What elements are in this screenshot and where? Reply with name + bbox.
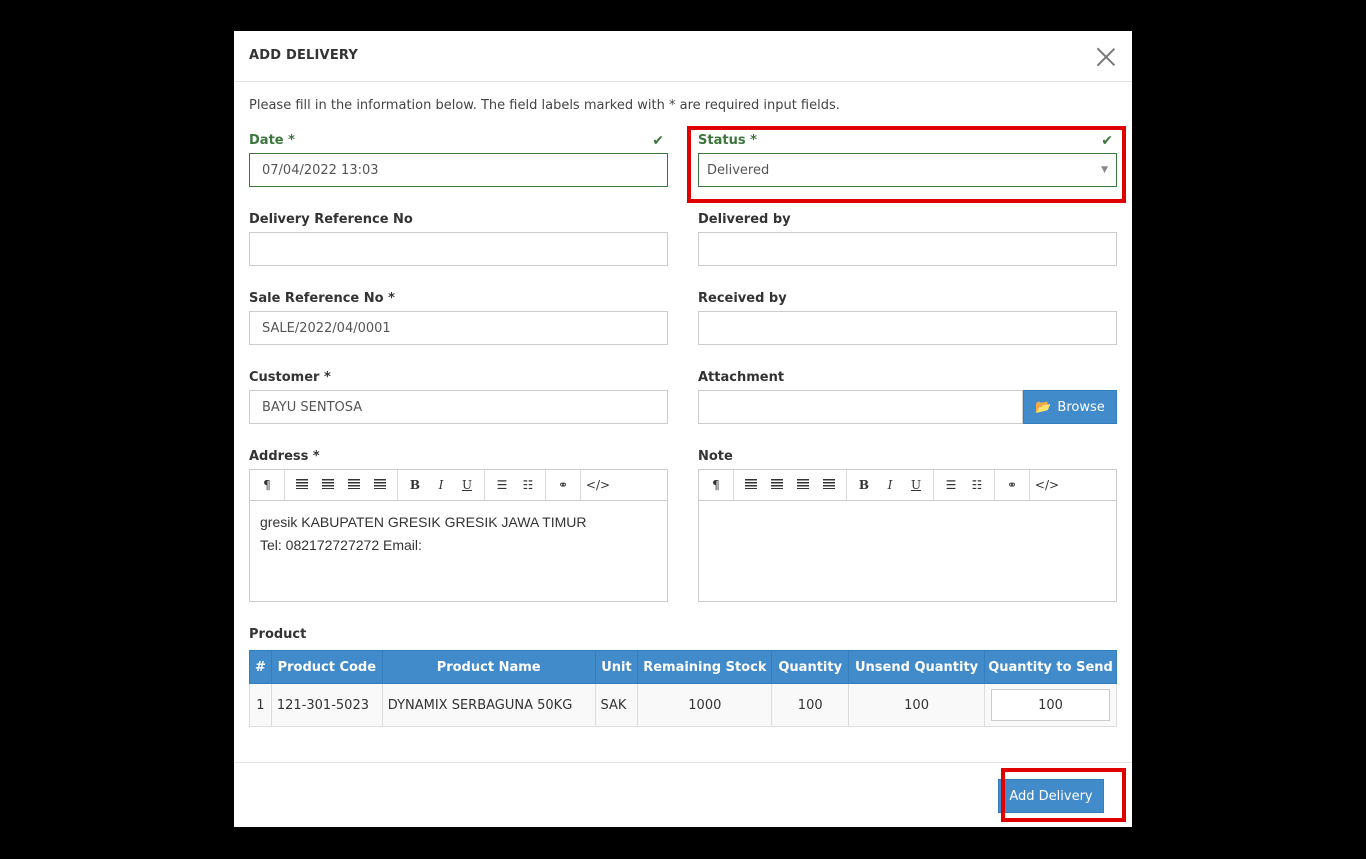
ordered-list-icon[interactable]: ☷ bbox=[964, 478, 990, 492]
link-icon[interactable]: ⚭ bbox=[999, 478, 1025, 492]
quantity: 100 bbox=[771, 683, 850, 727]
column-header: Quantity bbox=[771, 650, 850, 684]
unsend-quantity: 100 bbox=[848, 683, 986, 727]
close-icon[interactable] bbox=[1096, 47, 1116, 67]
code-icon[interactable]: </> bbox=[1034, 478, 1060, 492]
italic-icon[interactable]: I bbox=[877, 478, 903, 492]
attachment-field: Attachment 📂 Browse bbox=[698, 370, 1117, 424]
delivered-by-input[interactable] bbox=[698, 232, 1117, 266]
check-icon: ✔ bbox=[652, 133, 664, 149]
bold-icon[interactable]: B bbox=[402, 478, 428, 492]
paragraph-icon[interactable]: ¶ bbox=[254, 478, 280, 492]
date-field: Date * ✔ 07/04/2022 13:03 bbox=[249, 133, 668, 187]
align-left-icon[interactable] bbox=[738, 478, 764, 492]
customer-input[interactable]: BAYU SENTOSA bbox=[249, 390, 668, 424]
align-right-icon[interactable] bbox=[790, 478, 816, 492]
add-delivery-button[interactable]: Add Delivery bbox=[998, 779, 1104, 813]
delivered-by-label: Delivered by bbox=[698, 212, 791, 227]
align-left-icon[interactable] bbox=[289, 478, 315, 492]
unordered-list-icon[interactable]: ☰ bbox=[938, 478, 964, 492]
bold-icon[interactable]: B bbox=[851, 478, 877, 492]
column-header: Unit bbox=[594, 650, 639, 684]
modal-footer: Add Delivery bbox=[234, 762, 1132, 827]
attachment-label: Attachment bbox=[698, 370, 785, 385]
table-header-row: # Product Code Product Name Unit Remaini… bbox=[249, 650, 1117, 684]
editor-toolbar: ¶ B I U ☰ ☷ ⚭ </> bbox=[250, 470, 667, 501]
underline-icon[interactable]: U bbox=[903, 478, 929, 492]
browse-label: Browse bbox=[1057, 399, 1105, 415]
date-input[interactable]: 07/04/2022 13:03 bbox=[249, 153, 668, 187]
link-icon[interactable]: ⚭ bbox=[550, 478, 576, 492]
attachment-group: 📂 Browse bbox=[698, 390, 1117, 424]
sale-reference-input[interactable]: SALE/2022/04/0001 bbox=[249, 311, 668, 345]
chevron-down-icon: ▼ bbox=[1101, 165, 1108, 175]
column-header: Product Name bbox=[381, 650, 596, 684]
received-by-field: Received by bbox=[698, 291, 1117, 345]
editor-toolbar: ¶ B I U ☰ ☷ ⚭ </> bbox=[699, 470, 1116, 501]
note-field: Note ¶ B I U ☰ ☷ ⚭ </> bbox=[698, 449, 1117, 602]
product-label: Product bbox=[249, 627, 307, 642]
product-table: # Product Code Product Name Unit Remaini… bbox=[249, 650, 1117, 727]
align-center-icon[interactable] bbox=[315, 478, 341, 492]
status-select[interactable]: Delivered ▼ bbox=[698, 153, 1117, 187]
modal-title: ADD DELIVERY bbox=[249, 48, 359, 63]
code-icon[interactable]: </> bbox=[585, 478, 611, 492]
address-label: Address * bbox=[249, 449, 320, 464]
attachment-input[interactable] bbox=[698, 390, 1023, 424]
table-row: 1 121-301-5023 DYNAMIX SERBAGUNA 50KG SA… bbox=[249, 683, 1117, 727]
note-editor-body[interactable] bbox=[699, 501, 1116, 601]
underline-icon[interactable]: U bbox=[454, 478, 480, 492]
delivered-by-field: Delivered by bbox=[698, 212, 1117, 266]
align-right-icon[interactable] bbox=[341, 478, 367, 492]
intro-text: Please fill in the information below. Th… bbox=[249, 98, 840, 113]
paragraph-icon[interactable]: ¶ bbox=[703, 478, 729, 492]
customer-field: Customer * BAYU SENTOSA bbox=[249, 370, 668, 424]
align-justify-icon[interactable] bbox=[816, 478, 842, 492]
delivery-reference-field: Delivery Reference No bbox=[249, 212, 668, 266]
modal-header: ADD DELIVERY bbox=[234, 31, 1132, 82]
row-number: 1 bbox=[249, 683, 272, 727]
column-header: Unsend Quantity bbox=[848, 650, 986, 684]
folder-open-icon: 📂 bbox=[1035, 399, 1052, 415]
received-by-input[interactable] bbox=[698, 311, 1117, 345]
address-field: Address * ¶ B I U ☰ ☷ ⚭ </> gresik KABUP… bbox=[249, 449, 668, 602]
address-editor-body[interactable]: gresik KABUPATEN GRESIK GRESIK JAWA TIMU… bbox=[250, 501, 667, 601]
check-icon: ✔ bbox=[1101, 133, 1113, 149]
quantity-to-send-input[interactable]: 100 bbox=[991, 689, 1110, 721]
product-code: 121-301-5023 bbox=[270, 683, 383, 727]
align-center-icon[interactable] bbox=[764, 478, 790, 492]
sale-reference-label: Sale Reference No * bbox=[249, 291, 395, 306]
note-label: Note bbox=[698, 449, 733, 464]
column-header: # bbox=[249, 650, 272, 684]
add-delivery-modal: ADD DELIVERY Please fill in the informat… bbox=[234, 31, 1132, 827]
delivery-reference-input[interactable] bbox=[249, 232, 668, 266]
received-by-label: Received by bbox=[698, 291, 787, 306]
address-line-1: gresik KABUPATEN GRESIK GRESIK JAWA TIMU… bbox=[260, 514, 587, 530]
status-value: Delivered bbox=[707, 162, 770, 178]
italic-icon[interactable]: I bbox=[428, 478, 454, 492]
column-header: Quantity to Send bbox=[984, 650, 1117, 684]
customer-label: Customer * bbox=[249, 370, 331, 385]
address-editor: ¶ B I U ☰ ☷ ⚭ </> gresik KABUPATEN GRESI… bbox=[249, 469, 668, 602]
product-unit: SAK bbox=[594, 683, 639, 727]
address-line-2: Tel: 082172727272 Email: bbox=[260, 537, 422, 553]
sale-reference-field: Sale Reference No * SALE/2022/04/0001 bbox=[249, 291, 668, 345]
browse-button[interactable]: 📂 Browse bbox=[1023, 390, 1117, 424]
column-header: Remaining Stock bbox=[637, 650, 773, 684]
date-label: Date * bbox=[249, 133, 295, 148]
note-editor: ¶ B I U ☰ ☷ ⚭ </> bbox=[698, 469, 1117, 602]
align-justify-icon[interactable] bbox=[367, 478, 393, 492]
status-label: Status * bbox=[698, 133, 757, 148]
product-name: DYNAMIX SERBAGUNA 50KG bbox=[381, 683, 596, 727]
delivery-reference-label: Delivery Reference No bbox=[249, 212, 413, 227]
ordered-list-icon[interactable]: ☷ bbox=[515, 478, 541, 492]
column-header: Product Code bbox=[270, 650, 383, 684]
quantity-to-send-cell: 100 bbox=[984, 683, 1117, 727]
unordered-list-icon[interactable]: ☰ bbox=[489, 478, 515, 492]
status-field: Status * ✔ Delivered ▼ bbox=[698, 133, 1117, 187]
remaining-stock: 1000 bbox=[637, 683, 773, 727]
